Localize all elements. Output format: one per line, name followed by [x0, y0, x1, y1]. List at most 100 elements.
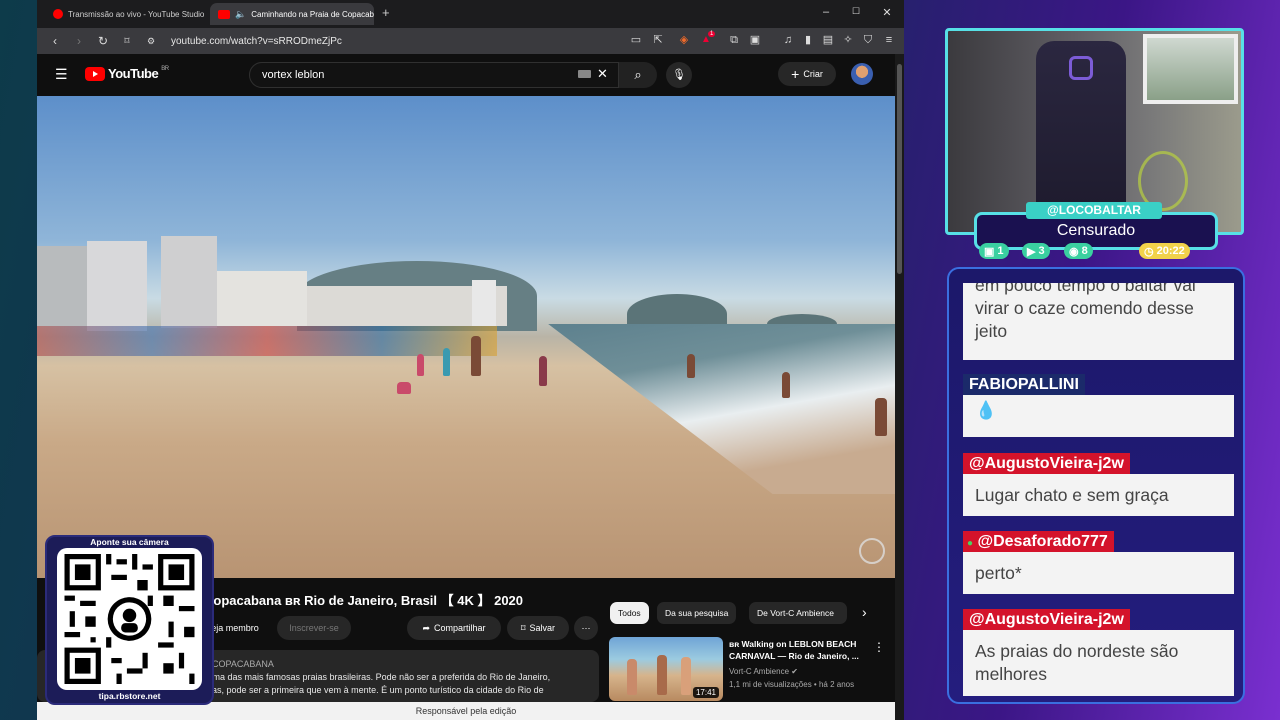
kick-icon: ◉	[1069, 245, 1079, 258]
extensions-icon[interactable]: ⧉	[727, 33, 741, 47]
keyboard-icon[interactable]	[578, 70, 591, 78]
more-options-icon[interactable]: ⋮	[873, 640, 885, 654]
screenshot-icon[interactable]: ▣	[748, 33, 762, 47]
qr-panel: Aponte sua câmera tipa.rbstore.net	[45, 535, 214, 705]
vpn-icon[interactable]: ⛉	[861, 33, 875, 47]
hamburger-icon[interactable]: ☰	[55, 66, 68, 83]
person	[539, 356, 547, 386]
clear-search-icon[interactable]: ✕	[597, 66, 608, 82]
youtube-icon: ▶	[1027, 245, 1036, 258]
chat-message: Lugar chato e sem graça	[963, 474, 1234, 516]
menu-icon[interactable]: ≡	[882, 33, 896, 47]
scrollbar[interactable]	[895, 54, 904, 720]
avatar[interactable]	[851, 63, 873, 85]
tab-label: Transmissão ao vivo - YouTube Studio	[68, 9, 205, 19]
brave-shield-icon[interactable]: ◈	[677, 33, 691, 47]
chip-all[interactable]: Todos	[610, 602, 649, 624]
video-player[interactable]	[37, 96, 895, 578]
tab-bar: Transmissão ao vivo - YouTube Studio 🔈 C…	[37, 0, 904, 28]
beach-umbrellas	[37, 326, 497, 356]
chat-message: 💧	[963, 395, 1234, 437]
youtube-play-icon	[85, 66, 105, 81]
logo-region: BR	[161, 66, 169, 72]
share-icon: ➦	[422, 622, 430, 633]
timer-value: 20:22	[1156, 245, 1185, 257]
video-title: Copacabana ʙʀ Rio de Janeiro, Brasil 【 4…	[204, 593, 524, 608]
person	[782, 372, 790, 398]
wallet-icon[interactable]: ▤	[821, 33, 835, 47]
youtube-header: ☰ YouTube BR vortex leblon ✕ ⌕ 🎙 + Criar	[37, 54, 895, 96]
search-input[interactable]: vortex leblon ✕	[249, 62, 619, 88]
music-icon[interactable]: ♫	[781, 33, 795, 47]
clock-icon: ◷	[1144, 245, 1154, 258]
person	[397, 382, 411, 394]
ai-icon[interactable]: ✧	[841, 33, 855, 47]
create-button[interactable]: + Criar	[778, 62, 836, 86]
building	[161, 236, 217, 328]
cast-icon[interactable]: ▭	[629, 33, 643, 47]
maximize-button[interactable]: ☐	[847, 6, 865, 17]
share-label: Compartilhar	[434, 623, 486, 633]
channel-watermark-icon[interactable]	[859, 538, 885, 564]
tab-youtube-studio[interactable]: Transmissão ao vivo - YouTube Studio	[45, 3, 207, 25]
mic-icon: 🎙	[672, 69, 686, 81]
person	[875, 398, 887, 436]
back-icon[interactable]: ‹	[45, 34, 65, 48]
url-text[interactable]: youtube.com/watch?v=sRRODmeZjPc	[171, 36, 342, 47]
kick-viewers: ◉ 8	[1064, 243, 1093, 259]
person	[687, 354, 695, 378]
bookmark-icon[interactable]: ⌑	[117, 36, 137, 47]
chat-message: As praias do nordeste são melhores	[963, 630, 1234, 696]
tab-copacabana[interactable]: 🔈 Caminhando na Praia de Copacabana ✕	[210, 3, 374, 25]
chat-username-row: ● @Desaforado777	[963, 531, 1114, 553]
search-button[interactable]: ⌕	[619, 62, 657, 88]
twitch-icon: ▣	[984, 245, 995, 258]
person	[627, 659, 637, 695]
site-info-icon[interactable]: ⚙	[141, 36, 161, 47]
building	[472, 280, 496, 326]
share-button[interactable]: ➦ Compartilhar	[407, 616, 501, 640]
chip-from-search[interactable]: Da sua pesquisa	[657, 602, 737, 624]
voice-search-button[interactable]: 🎙	[666, 62, 692, 88]
chat-username: FABIOPALLINI	[963, 374, 1085, 396]
youtube-viewers: ▶ 3	[1022, 243, 1050, 259]
person	[471, 336, 481, 376]
twitch-viewers: ▣ 1	[979, 243, 1009, 259]
related-title[interactable]: ʙʀ Walking on LEBLON BEACH CARNAVAL — Ri…	[729, 638, 869, 662]
youtube-logo[interactable]: YouTube BR	[85, 66, 169, 81]
chip-from-channel[interactable]: De Vort-C Ambience	[749, 602, 847, 624]
new-tab-button[interactable]: +	[382, 5, 390, 20]
tab-label: Caminhando na Praia de Copacabana	[251, 9, 374, 19]
video-duration: 17:41	[692, 687, 719, 698]
chat-username: @AugustoVieira-j2w	[963, 453, 1130, 475]
sidebar-icon[interactable]: ▮	[801, 33, 815, 47]
stream-timer: ◷ 20:22	[1139, 243, 1190, 259]
badge-icon: ●	[967, 538, 974, 549]
more-actions-button[interactable]: ⋯	[574, 616, 598, 640]
building	[87, 241, 147, 331]
chevron-right-icon[interactable]: ›	[862, 604, 867, 620]
chat-username: @Desaforado777	[977, 533, 1108, 550]
streamer-handle: @LOCOBALTAR	[1026, 202, 1162, 219]
minimize-button[interactable]: –	[817, 6, 835, 18]
desc-line: leiras, pode ser a primeira que vem à me…	[200, 685, 544, 695]
related-channel[interactable]: Vort-C Ambience ✔	[729, 667, 798, 676]
person	[417, 354, 424, 376]
save-label: Salvar	[529, 623, 556, 633]
forward-icon[interactable]: ›	[69, 34, 89, 48]
close-window-button[interactable]: ✕	[878, 6, 896, 19]
share-icon[interactable]: ⇱	[651, 33, 665, 47]
building	[217, 271, 307, 326]
desc-heading: COPACABANA	[212, 659, 274, 669]
related-thumbnail[interactable]: 17:41	[609, 637, 723, 701]
twitch-count: 1	[997, 245, 1004, 257]
reload-icon[interactable]: ↻	[93, 34, 113, 48]
chat-panel: em pouco tempo o baltar vai virar o caze…	[947, 267, 1245, 704]
verified-icon: ✔	[791, 667, 798, 676]
youtube-icon	[218, 9, 230, 19]
logo-text: YouTube	[108, 66, 159, 81]
save-button[interactable]: ⌑ Salvar	[507, 616, 569, 640]
scrollbar-thumb[interactable]	[897, 64, 902, 274]
subscribe-button[interactable]: Inscrever-se	[277, 616, 351, 640]
chair-logo-icon	[1069, 56, 1093, 80]
